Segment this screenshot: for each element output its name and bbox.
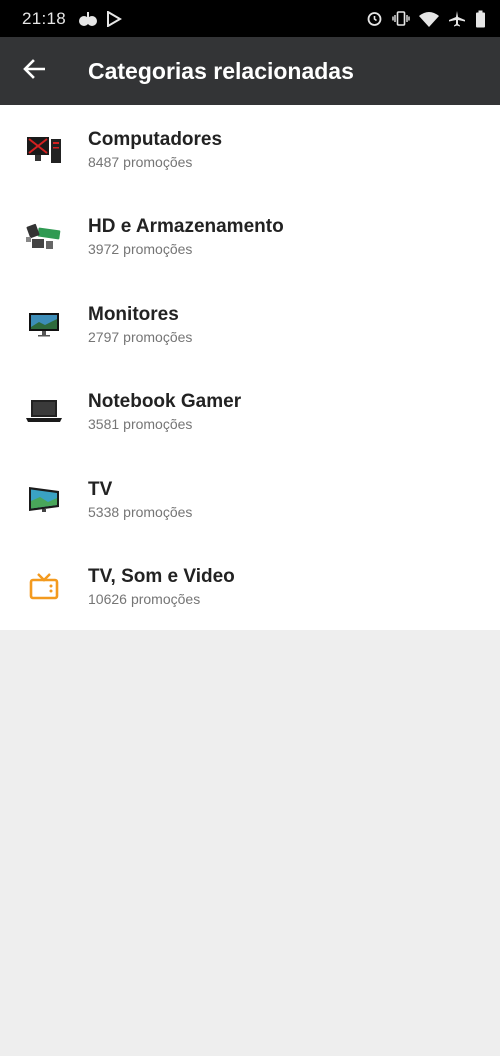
item-text: HD e Armazenamento 3972 promoções [88,215,284,257]
airplane-icon [448,10,466,28]
wifi-icon [419,11,439,27]
promo-count: 8487 promoções [88,154,222,170]
category-title: Monitores [88,303,179,325]
promo-count: 10626 promoções [88,591,235,607]
laptop-icon [0,368,88,456]
promo-count-number: 10626 [88,591,127,608]
category-title: TV [88,478,113,500]
item-text: Monitores 2797 promoções [88,303,192,345]
tv-icon [0,455,88,543]
status-right-icons [366,10,486,28]
promo-count: 3972 promoções [88,241,284,257]
back-button[interactable] [0,37,68,105]
promo-count-label: promoções [123,328,193,345]
category-title: TV, Som e Video [88,566,235,588]
monitor-icon [0,280,88,368]
tv-outline-icon [0,543,88,631]
item-text: Computadores 8487 promoções [88,128,222,170]
gaming-pc-icon [0,105,88,193]
promo-count-label: promoções [123,416,193,433]
vibrate-icon [392,10,410,27]
promo-count: 3581 promoções [88,416,241,432]
category-item-tv[interactable]: TV 5338 promoções [0,455,500,543]
arrow-left-icon [23,58,46,84]
promo-count-number: 3581 [88,416,120,433]
item-text: Notebook Gamer 3581 promoções [88,390,241,432]
app-bar: Categorias relacionadas [0,37,500,105]
promo-count-label: promoções [123,241,193,258]
promo-count-number: 5338 [88,503,120,520]
item-text: TV, Som e Video 10626 promoções [88,565,235,607]
promo-count-number: 2797 [88,328,120,345]
promo-count-label: promoções [130,591,201,608]
promo-count-number: 3972 [88,241,120,258]
category-title: HD e Armazenamento [88,216,284,238]
category-item-monitores[interactable]: Monitores 2797 promoções [0,280,500,368]
promo-count-label: promoções [123,503,193,520]
item-text: TV 5338 promoções [88,478,192,520]
category-item-tv-som-video[interactable]: TV, Som e Video 10626 promoções [0,543,500,631]
category-title: Notebook Gamer [88,391,242,413]
category-item-hd-armazenamento[interactable]: HD e Armazenamento 3972 promoções [0,193,500,281]
promo-count: 5338 promoções [88,504,192,520]
category-item-notebook-gamer[interactable]: Notebook Gamer 3581 promoções [0,368,500,456]
page-title: Categorias relacionadas [88,57,354,84]
category-title: Computadores [88,128,223,150]
promo-count-number: 8487 [88,153,120,170]
battery-icon [475,10,486,28]
category-item-computadores[interactable]: Computadores 8487 promoções [0,105,500,193]
alarm-icon [366,10,383,27]
play-store-icon [106,10,123,27]
promo-count-label: promoções [123,153,193,170]
status-left-icons [78,10,123,27]
promo-count: 2797 promoções [88,329,192,345]
status-bar: 21:18 [0,0,500,37]
notification-app-icon [78,11,98,27]
status-time: 21:18 [22,8,67,28]
storage-icon [0,193,88,281]
category-list: Computadores 8487 promoções HD e Armazen… [0,105,500,630]
